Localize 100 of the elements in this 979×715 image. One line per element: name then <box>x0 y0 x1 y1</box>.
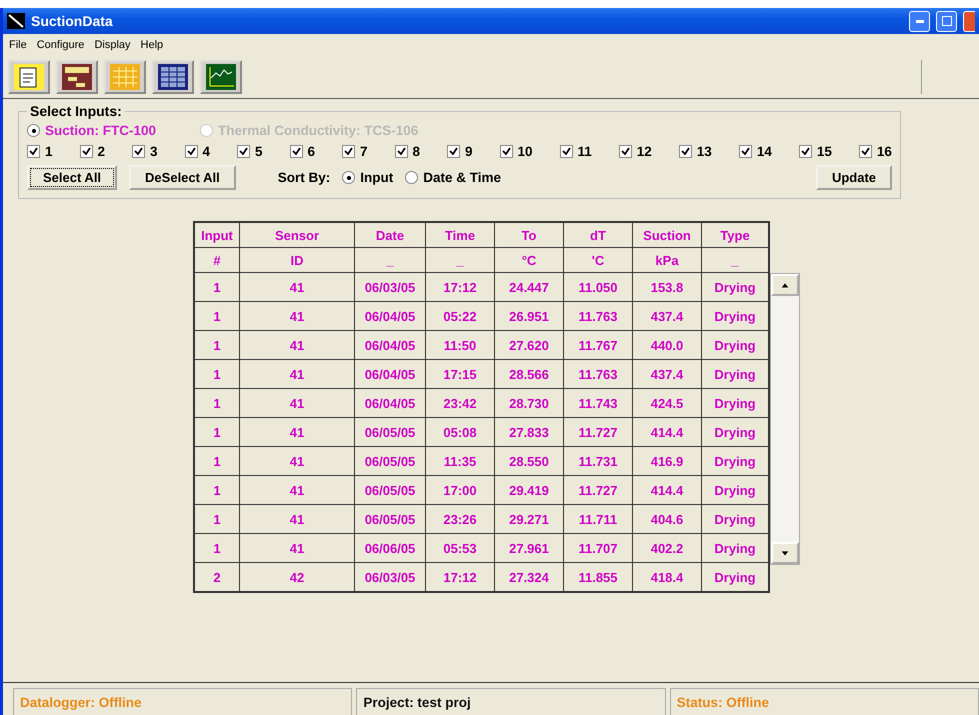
table-cell: Drying <box>702 388 769 418</box>
column-header: Sensor <box>240 222 354 248</box>
checkbox-label[interactable]: 12 <box>636 144 652 159</box>
checkbox[interactable] <box>500 145 512 158</box>
radio-label[interactable]: Input <box>360 170 394 185</box>
checkbox[interactable] <box>678 145 692 158</box>
scrollbar[interactable] <box>770 273 800 565</box>
table-cell: 27.833 <box>494 418 564 446</box>
maximize-button[interactable] <box>936 10 957 32</box>
toolbar-button[interactable] <box>200 60 242 94</box>
table-cell: 41 <box>240 476 354 504</box>
checkbox-label[interactable]: 16 <box>876 144 892 159</box>
table-cell: 05:22 <box>426 302 494 330</box>
minimize-button[interactable] <box>909 10 930 32</box>
checkbox[interactable] <box>618 145 632 158</box>
column-header: Time <box>426 222 494 248</box>
table-cell: 11.763 <box>564 302 632 330</box>
checkbox-label[interactable]: 11 <box>578 144 592 159</box>
table-cell: 41 <box>240 330 354 360</box>
table-cell: 402.2 <box>632 534 702 562</box>
table-cell: 06/05/05 <box>354 418 426 446</box>
checkbox[interactable] <box>237 145 250 158</box>
checkbox[interactable] <box>394 145 408 158</box>
checkbox[interactable] <box>290 145 302 158</box>
checkbox-label[interactable]: 4 <box>202 144 210 159</box>
table-cell: 23:26 <box>426 504 494 534</box>
table-cell: 1 <box>194 476 240 504</box>
checkbox[interactable] <box>738 145 752 158</box>
checkbox-label[interactable]: 14 <box>756 144 772 159</box>
checkbox[interactable] <box>27 145 40 158</box>
menu-item[interactable]: Help <box>140 39 164 51</box>
update-button[interactable]: Update <box>816 165 892 190</box>
checkbox-label[interactable]: 8 <box>412 144 420 159</box>
checkbox-label[interactable]: 1 <box>45 144 53 159</box>
column-header: Date <box>354 222 426 248</box>
table-cell: 28.730 <box>494 388 564 418</box>
table-cell: 414.4 <box>632 476 702 504</box>
status-pane: Status: Offline <box>670 688 979 715</box>
toolbar-button[interactable] <box>8 60 50 94</box>
notepad-icon <box>14 64 44 90</box>
checkbox-label[interactable]: 5 <box>255 144 263 159</box>
table-cell: 06/05/05 <box>354 476 426 504</box>
toolbar-button[interactable] <box>56 60 98 94</box>
menu-item[interactable]: Configure <box>36 39 84 51</box>
checkbox[interactable] <box>80 145 92 158</box>
checkbox-label[interactable]: 10 <box>518 144 533 159</box>
table-cell: 437.4 <box>632 302 702 330</box>
table-cell: 424.5 <box>632 388 702 418</box>
checkbox[interactable] <box>342 145 355 158</box>
table-cell: 11.855 <box>564 562 632 592</box>
table-cell: 414.4 <box>632 418 702 446</box>
radio-label[interactable]: Date & Time <box>423 170 502 185</box>
table-cell: 440.0 <box>632 330 702 360</box>
unit-header: 'C <box>564 248 632 272</box>
radio-button[interactable] <box>342 171 356 184</box>
checkbox[interactable] <box>447 145 460 158</box>
checkbox-label[interactable]: 6 <box>308 144 316 159</box>
scroll-down-icon[interactable] <box>771 542 799 564</box>
table-cell: 06/03/05 <box>354 562 426 592</box>
table-cell: 418.4 <box>632 562 702 592</box>
window-title: SuctionData <box>31 13 114 29</box>
table-cell: Drying <box>702 504 769 534</box>
table-cell: 11.711 <box>564 504 632 534</box>
radio-button[interactable] <box>27 124 40 137</box>
checkbox[interactable] <box>560 145 573 158</box>
radio-button[interactable] <box>405 171 418 184</box>
menu-item[interactable]: Display <box>94 39 131 51</box>
table-cell: 2 <box>194 562 240 592</box>
checkbox-label[interactable]: 3 <box>150 144 158 159</box>
checkbox-label[interactable]: 7 <box>360 144 368 159</box>
table-icon <box>158 64 188 90</box>
table-cell: 41 <box>240 388 354 418</box>
checkbox-label[interactable]: 13 <box>696 144 712 159</box>
line-chart-icon <box>206 64 236 90</box>
grid-icon <box>110 64 140 90</box>
checkbox[interactable] <box>858 145 872 158</box>
table-cell: 11.707 <box>564 534 632 562</box>
checkbox-label[interactable]: 15 <box>816 144 832 159</box>
scroll-up-icon[interactable] <box>771 274 799 296</box>
menu-item[interactable]: File <box>9 39 27 51</box>
select-all-button[interactable]: Select All <box>27 165 118 190</box>
table-cell: 28.566 <box>494 360 564 388</box>
table-cell: Drying <box>702 446 769 476</box>
checkbox[interactable] <box>798 145 812 158</box>
checkbox[interactable] <box>184 145 198 158</box>
radio-label[interactable]: Suction: FTC-100 <box>45 123 156 138</box>
table-cell: 11:50 <box>426 330 494 360</box>
checkbox-label[interactable]: 9 <box>465 144 473 159</box>
close-button[interactable] <box>963 10 975 32</box>
checkbox-label[interactable]: 2 <box>98 144 106 159</box>
unit-header: _ <box>354 248 426 272</box>
deselect-all-button[interactable]: DeSelect All <box>129 165 236 190</box>
table-cell: 06/05/05 <box>354 504 426 534</box>
sort-by-label: Sort By: <box>278 170 330 185</box>
table-cell: 404.6 <box>632 504 702 534</box>
table-cell: Drying <box>702 562 769 592</box>
table-cell: 28.550 <box>494 446 564 476</box>
table-cell: 1 <box>194 418 240 446</box>
checkbox[interactable] <box>132 145 145 158</box>
toolbar-button[interactable] <box>152 60 194 94</box>
